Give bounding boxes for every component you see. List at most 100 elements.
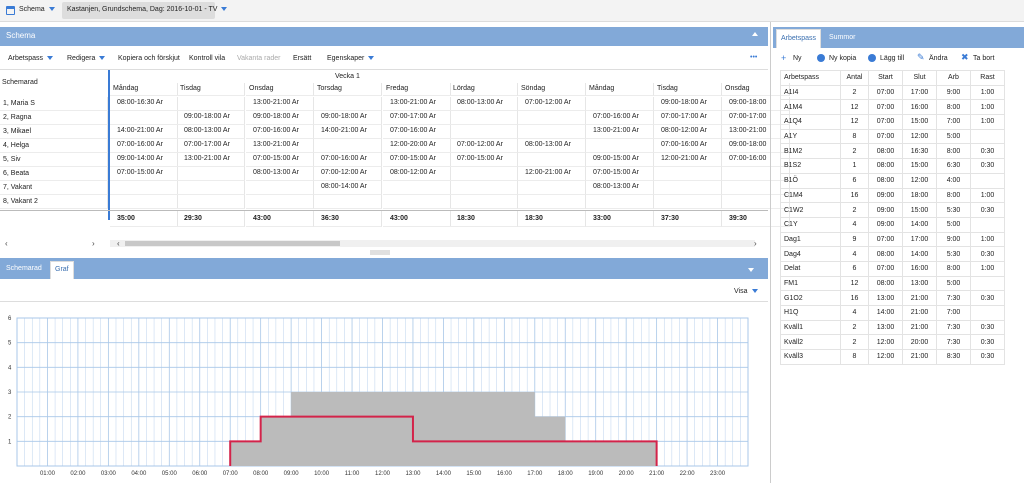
shift-cell[interactable]: 08:00-13:00 Ar xyxy=(177,125,245,139)
shift-cell[interactable]: 09:00-18:00 Ar xyxy=(246,111,314,125)
row-label[interactable]: 7, Vakant xyxy=(0,181,108,195)
shift-cell[interactable]: 12:00-20:00 Ar xyxy=(383,139,451,153)
shift-cell[interactable]: 07:00-16:00 Ar xyxy=(654,139,722,153)
scroll-left-icon[interactable]: ‹ xyxy=(117,239,120,248)
scroll-thumb[interactable] xyxy=(125,241,340,246)
column-header[interactable]: Rast xyxy=(970,70,1005,86)
row-label[interactable]: 6, Beata xyxy=(0,167,108,181)
scroll-left-icon[interactable]: ‹ xyxy=(5,239,8,248)
row-label[interactable]: 8, Vakant 2 xyxy=(0,195,108,209)
shift-cell[interactable] xyxy=(314,195,382,209)
shift-cell[interactable] xyxy=(110,111,178,125)
visa-menu[interactable]: Visa xyxy=(734,288,758,295)
row-label[interactable]: 2, Ragna xyxy=(0,111,108,125)
table-row[interactable]: B1Ö 6 08:00 12:00 4:00 xyxy=(780,172,1005,189)
shift-cell[interactable]: 07:00-16:00 Ar xyxy=(110,139,178,153)
shift-cell[interactable] xyxy=(518,195,586,209)
column-header[interactable]: Antal xyxy=(840,70,869,86)
table-row[interactable]: A1M4 12 07:00 16:00 8:00 1:00 xyxy=(780,99,1005,116)
shift-cell[interactable] xyxy=(518,181,586,195)
shift-cell[interactable]: 08:00-13:00 Ar xyxy=(246,167,314,181)
ersatt-button[interactable]: Ersätt xyxy=(293,55,311,62)
shift-cell[interactable]: 13:00-21:00 Ar xyxy=(383,97,451,111)
shift-cell[interactable] xyxy=(450,195,518,209)
row-label[interactable]: 5, Siv xyxy=(0,153,108,167)
column-header[interactable]: Arbetspass xyxy=(780,70,841,86)
shift-cell[interactable]: 07:00-15:00 Ar xyxy=(586,167,654,181)
shift-cell[interactable]: 09:00-18:00 Ar xyxy=(314,111,382,125)
column-header[interactable]: Slut xyxy=(902,70,937,86)
shift-cell[interactable]: 08:00-12:00 Ar xyxy=(654,125,722,139)
shift-cell[interactable] xyxy=(450,111,518,125)
shift-cell[interactable] xyxy=(450,125,518,139)
shift-cell[interactable]: 09:00-18:00 Ar xyxy=(654,97,722,111)
shift-cell[interactable] xyxy=(586,97,654,111)
table-row[interactable]: Kväll1 2 13:00 21:00 7:30 0:30 xyxy=(780,319,1005,336)
shift-cell[interactable]: 09:00-14:00 Ar xyxy=(110,153,178,167)
row-label[interactable]: 3, Mikael xyxy=(0,125,108,139)
scroll-right-icon[interactable]: › xyxy=(92,239,95,248)
shift-cell[interactable]: 08:00-14:00 Ar xyxy=(314,181,382,195)
shift-cell[interactable] xyxy=(177,167,245,181)
table-row[interactable]: B1M2 2 08:00 16:30 8:00 0:30 xyxy=(780,143,1005,160)
ta-bort-button[interactable]: Ta bort xyxy=(973,55,994,62)
table-row[interactable]: C1M4 16 09:00 18:00 8:00 1:00 xyxy=(780,187,1005,204)
shift-cell[interactable] xyxy=(246,181,314,195)
shift-cell[interactable]: 07:00-16:00 Ar xyxy=(586,111,654,125)
schema-selector[interactable]: Kastanjen, Grundschema, Dag: 2016-10-01 … xyxy=(62,2,228,19)
collapse-icon[interactable] xyxy=(752,32,758,36)
table-row[interactable]: A1Y 8 07:00 12:00 5:00 xyxy=(780,128,1005,145)
column-header[interactable]: Start xyxy=(868,70,903,86)
shift-cell[interactable]: 07:00-16:00 Ar xyxy=(314,153,382,167)
shift-cell[interactable] xyxy=(518,153,586,167)
shift-cell[interactable] xyxy=(246,195,314,209)
shift-cell[interactable]: 07:00-16:00 Ar xyxy=(246,125,314,139)
arbetspass-menu[interactable]: Arbetspass xyxy=(8,55,54,62)
shift-cell[interactable]: 07:00-12:00 Ar xyxy=(450,139,518,153)
expand-icon[interactable] xyxy=(748,268,754,272)
shift-cell[interactable]: 08:00-13:00 Ar xyxy=(518,139,586,153)
table-row[interactable]: H1Q 4 14:00 21:00 7:00 xyxy=(780,305,1005,321)
vakanta-rader-button[interactable]: Vakanta rader xyxy=(237,55,280,62)
shift-cell[interactable] xyxy=(450,181,518,195)
shift-cell[interactable] xyxy=(586,139,654,153)
table-row[interactable]: Dag4 4 08:00 14:00 5:30 0:30 xyxy=(780,246,1005,262)
shift-cell[interactable] xyxy=(177,195,245,209)
shift-cell[interactable] xyxy=(383,181,451,195)
shift-cell[interactable]: 07:00-17:00 Ar xyxy=(654,111,722,125)
table-row[interactable]: C1Y 4 09:00 14:00 5:00 xyxy=(780,216,1005,233)
shift-cell[interactable]: 07:00-15:00 Ar xyxy=(383,153,451,167)
kontroll-vila-button[interactable]: Kontroll vila xyxy=(189,55,225,62)
shift-cell[interactable] xyxy=(314,139,382,153)
shift-cell[interactable]: 08:00-16:30 Ar xyxy=(110,97,178,111)
shift-cell[interactable]: 09:00-18:00 Ar xyxy=(177,111,245,125)
shift-cell[interactable]: 13:00-21:00 Ar xyxy=(246,139,314,153)
shift-cell[interactable]: 14:00-21:00 Ar xyxy=(314,125,382,139)
shift-cell[interactable]: 08:00-12:00 Ar xyxy=(383,167,451,181)
ny-button[interactable]: Ny xyxy=(793,55,802,62)
shift-cell[interactable] xyxy=(177,181,245,195)
shift-cell[interactable] xyxy=(518,125,586,139)
column-header[interactable]: Arb xyxy=(936,70,971,86)
more-icon[interactable]: ••• xyxy=(750,54,757,61)
shift-cell[interactable]: 07:00-15:00 Ar xyxy=(110,167,178,181)
shift-cell[interactable] xyxy=(654,181,722,195)
table-row[interactable]: G1O2 16 13:00 21:00 7:30 0:30 xyxy=(780,290,1005,306)
tab-arbetspass[interactable]: Arbetspass xyxy=(776,29,821,48)
shift-cell[interactable]: 07:00-12:00 Ar xyxy=(518,97,586,111)
table-row[interactable]: C1W2 2 09:00 15:00 5:30 0:30 xyxy=(780,202,1005,218)
shift-cell[interactable] xyxy=(383,195,451,209)
table-row[interactable]: Kväll2 2 12:00 20:00 7:30 0:30 xyxy=(780,334,1005,351)
tab-schemarad[interactable]: Schemarad xyxy=(6,265,42,272)
table-row[interactable]: Kväll3 8 12:00 21:00 8:30 0:30 xyxy=(780,349,1005,365)
shift-cell[interactable]: 09:00-15:00 Ar xyxy=(586,153,654,167)
shift-cell[interactable]: 07:00-17:00 Ar xyxy=(383,111,451,125)
shift-cell[interactable]: 13:00-21:00 Ar xyxy=(177,153,245,167)
shift-cell[interactable]: 07:00-12:00 Ar xyxy=(314,167,382,181)
shift-cell[interactable]: 13:00-21:00 Ar xyxy=(246,97,314,111)
table-row[interactable]: B1S2 1 08:00 15:00 6:30 0:30 xyxy=(780,158,1005,174)
table-row[interactable]: FM1 12 08:00 13:00 5:00 xyxy=(780,275,1005,292)
shift-cell[interactable]: 07:00-15:00 Ar xyxy=(246,153,314,167)
shift-cell[interactable]: 08:00-13:00 Ar xyxy=(586,181,654,195)
shift-cell[interactable] xyxy=(654,167,722,181)
